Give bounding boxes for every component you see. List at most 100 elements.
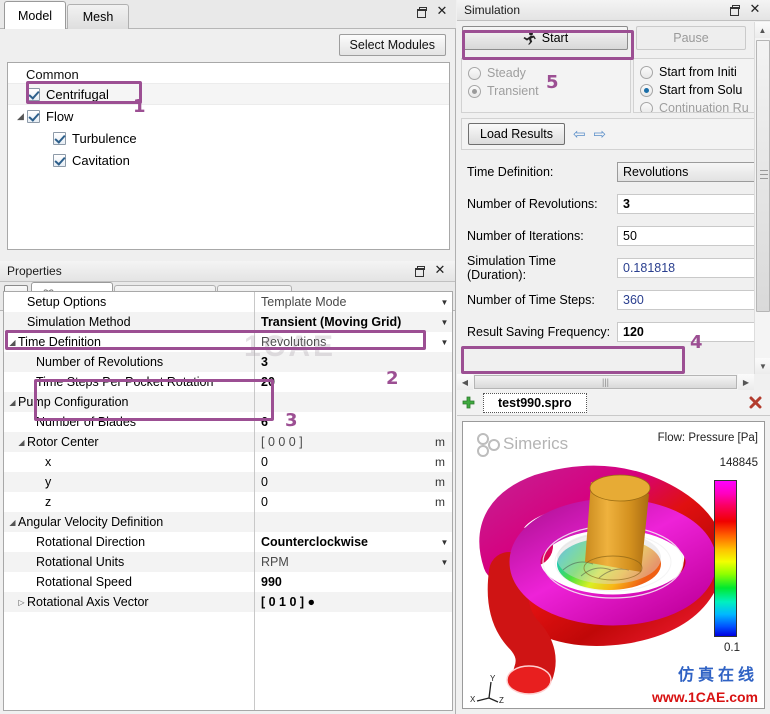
- property-row[interactable]: ◢ Angular Velocity Definition: [4, 512, 452, 532]
- property-name: Time Steps Per Pocket Rotation: [36, 375, 214, 389]
- radio-icon[interactable]: [468, 66, 481, 80]
- property-name: Rotational Direction: [36, 535, 146, 549]
- expander-icon[interactable]: ◢: [14, 111, 27, 122]
- tree-item-turbulence[interactable]: Turbulence: [8, 127, 449, 149]
- checkbox-icon[interactable]: [27, 87, 40, 101]
- properties-titlebar: Properties ✕: [0, 261, 455, 282]
- field-input[interactable]: 0.181818: [617, 258, 757, 278]
- property-value: 990: [261, 575, 282, 589]
- tab-mesh[interactable]: Mesh: [67, 4, 130, 29]
- grid-empty-area: [4, 612, 452, 710]
- radio-transient[interactable]: Transient: [468, 82, 630, 100]
- property-row[interactable]: Time Steps Per Pocket Rotation 20: [4, 372, 452, 392]
- expander-icon[interactable]: ◢: [7, 518, 18, 527]
- checkbox-icon[interactable]: [27, 109, 40, 123]
- watermark-url: www.1CAE.com: [651, 689, 758, 705]
- tree-row-list: Centrifugal ◢ Flow Turbulence Cavitation: [8, 83, 449, 171]
- radio-icon[interactable]: [468, 84, 481, 98]
- chevron-down-icon[interactable]: ▼: [437, 338, 452, 347]
- radio-icon[interactable]: [640, 83, 653, 97]
- pause-button-label: Pause: [673, 31, 709, 45]
- radio-start-from-initial[interactable]: Start from Initi: [640, 63, 756, 81]
- tree-item-centrifugal[interactable]: Centrifugal: [8, 83, 449, 105]
- properties-window-buttons: ✕: [413, 264, 451, 277]
- scroll-right-icon[interactable]: ▶: [738, 374, 754, 390]
- field-input[interactable]: 120: [617, 322, 757, 342]
- restore-icon[interactable]: [413, 265, 425, 277]
- radio-continuation-run[interactable]: Continuation Ru: [640, 99, 756, 113]
- radio-continuation-run-label: Continuation Ru: [659, 101, 749, 113]
- expander-icon[interactable]: ▷: [16, 598, 27, 607]
- property-row[interactable]: Rotational Direction Counterclockwise ▼: [4, 532, 452, 552]
- result-viewer-panel: test990.spro Simerics X Y Z Flow: Pressu…: [457, 390, 770, 714]
- simulation-vscrollbar[interactable]: ▲ ▼: [754, 22, 770, 374]
- close-icon[interactable]: ✕: [436, 5, 448, 18]
- property-row[interactable]: ◢ Time Definition Revolutions ▼: [4, 332, 452, 352]
- svg-text:Z: Z: [499, 696, 504, 704]
- field-input[interactable]: 3: [617, 194, 757, 214]
- field-input[interactable]: 360: [617, 290, 757, 310]
- property-row[interactable]: Rotational Speed 990: [4, 572, 452, 592]
- checkbox-icon[interactable]: [53, 153, 66, 167]
- expander-icon[interactable]: ◢: [7, 398, 18, 407]
- main-tabstrip: Model Mesh ✕: [0, 0, 456, 29]
- field-label: Number of Time Steps:: [467, 293, 595, 307]
- property-row[interactable]: x 0 m: [4, 452, 452, 472]
- property-row[interactable]: y 0 m: [4, 472, 452, 492]
- checkbox-icon[interactable]: [53, 131, 66, 145]
- restore-icon[interactable]: [728, 4, 740, 16]
- chevron-down-icon[interactable]: ▼: [437, 558, 452, 567]
- hscroll-thumb[interactable]: |||: [474, 375, 737, 389]
- simulation-field-row: Simulation Time (Duration): 0.181818: [461, 252, 757, 284]
- radio-icon[interactable]: [640, 65, 653, 79]
- property-row[interactable]: Simulation Method Transient (Moving Grid)…: [4, 312, 452, 332]
- 3d-viewport[interactable]: Simerics X Y Z Flow: Pressure [Pa] 14884…: [462, 421, 765, 709]
- field-input[interactable]: Revolutions: [617, 162, 757, 182]
- file-tab[interactable]: test990.spro: [483, 392, 587, 413]
- scroll-left-icon[interactable]: ◀: [457, 374, 473, 390]
- expander-icon[interactable]: ◢: [7, 338, 18, 347]
- tree-item-cavitation[interactable]: Cavitation: [8, 149, 449, 171]
- model-window-buttons: ✕: [415, 5, 453, 18]
- close-icon[interactable]: ✕: [434, 264, 446, 277]
- property-row[interactable]: Number of Blades 6: [4, 412, 452, 432]
- select-modules-button[interactable]: Select Modules: [338, 34, 446, 56]
- next-result-icon[interactable]: ⇨: [594, 127, 607, 142]
- property-row[interactable]: z 0 m: [4, 492, 452, 512]
- property-row[interactable]: Number of Revolutions 3: [4, 352, 452, 372]
- property-row[interactable]: ▷ Rotational Axis Vector [ 0 1 0 ] ●: [4, 592, 452, 612]
- scroll-down-icon[interactable]: ▼: [755, 358, 770, 374]
- pause-button[interactable]: Pause: [636, 26, 746, 50]
- simulation-hscrollbar[interactable]: ◀ ||| ▶: [457, 374, 754, 390]
- chevron-down-icon[interactable]: ▼: [437, 318, 452, 327]
- property-row[interactable]: ◢ Pump Configuration: [4, 392, 452, 412]
- runner-icon: [523, 31, 536, 45]
- close-file-icon[interactable]: [749, 396, 762, 409]
- start-button[interactable]: Start: [462, 26, 628, 50]
- add-icon[interactable]: [462, 396, 475, 409]
- close-icon[interactable]: ✕: [749, 3, 761, 16]
- property-value: Transient (Moving Grid): [261, 315, 402, 329]
- field-input[interactable]: 50: [617, 226, 757, 246]
- scroll-up-icon[interactable]: ▲: [755, 22, 770, 38]
- chevron-down-icon[interactable]: ▼: [437, 538, 452, 547]
- field-label: Number of Iterations:: [467, 229, 584, 243]
- radio-start-from-solution[interactable]: Start from Solu: [640, 81, 756, 99]
- restore-icon[interactable]: [415, 6, 427, 18]
- chevron-down-icon[interactable]: ▼: [437, 298, 452, 307]
- expander-icon[interactable]: ◢: [16, 438, 27, 447]
- tree-item-flow[interactable]: ◢ Flow: [8, 105, 449, 127]
- property-row[interactable]: ◢ Rotor Center [ 0 0 0 ] m: [4, 432, 452, 452]
- legend-min-value: 0.1: [724, 642, 740, 654]
- scroll-thumb[interactable]: [756, 40, 770, 312]
- property-row[interactable]: Rotational Units RPM ▼: [4, 552, 452, 572]
- field-label: Number of Revolutions:: [467, 197, 598, 211]
- tab-model[interactable]: Model: [4, 1, 67, 29]
- load-results-button[interactable]: Load Results: [468, 123, 565, 145]
- radio-icon[interactable]: [640, 101, 653, 112]
- radio-steady[interactable]: Steady: [468, 64, 630, 82]
- properties-row-list: Setup Options Template Mode ▼ Simulation Me…: [4, 292, 452, 710]
- property-name: Angular Velocity Definition: [18, 515, 164, 529]
- property-row[interactable]: Setup Options Template Mode ▼: [4, 292, 452, 312]
- previous-result-icon[interactable]: ⇦: [573, 127, 586, 142]
